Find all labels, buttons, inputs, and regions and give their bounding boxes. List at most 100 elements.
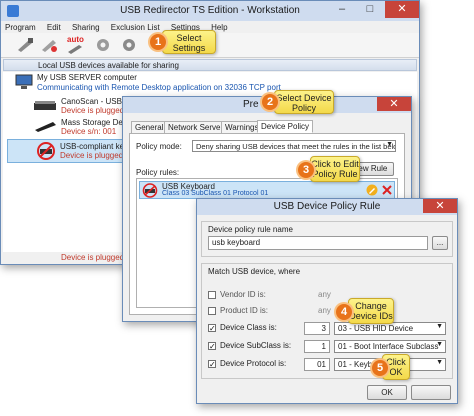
chevron-down-icon: ▼ — [436, 341, 443, 348]
device-status: Device s/n: 001 — [61, 127, 117, 136]
section-header: Local USB devices available for sharing — [3, 59, 417, 71]
browse-label: ... — [436, 238, 444, 247]
server-name: My USB SERVER computer — [37, 73, 137, 82]
keyboard-deny-icon — [142, 183, 158, 198]
rule-name-group: Device policy rule name usb keyboard ... — [201, 221, 453, 257]
callout-1: Select Settings 1 — [150, 30, 218, 56]
close-icon[interactable]: ✕ — [377, 97, 411, 111]
section-header-label: Local USB devices available for sharing — [38, 61, 179, 70]
rule-details: Class 03 SubClass 01 Protocol 01 — [162, 190, 269, 197]
device-subclass-checkbox[interactable]: ✓ — [208, 342, 216, 351]
vendor-id-label: Vendor ID is: — [220, 290, 266, 299]
settings-icon[interactable] — [93, 36, 113, 54]
rule-titlebar: USB Device Policy Rule ✕ — [197, 199, 457, 215]
callout-number: 1 — [150, 34, 166, 50]
callout-box: Change Device IDs — [348, 298, 394, 324]
computer-icon — [15, 74, 33, 89]
policy-mode-value: Deny sharing USB devices that meet the r… — [196, 142, 396, 151]
device-subclass-label: Device SubClass is: — [220, 341, 292, 350]
rule-name-input[interactable]: usb keyboard — [208, 236, 428, 250]
chevron-down-icon: ▼ — [386, 141, 393, 148]
device-subclass-value: 1 — [321, 342, 326, 351]
tab-device-policy[interactable]: Device Policy — [257, 120, 314, 133]
unplug-icon[interactable] — [39, 36, 59, 54]
callout-number: 3 — [298, 162, 314, 178]
callout-text: Click OK — [386, 357, 406, 377]
drive-icon — [35, 122, 56, 132]
product-id-checkbox[interactable] — [208, 307, 216, 315]
callout-text: Select Device Policy — [276, 93, 332, 113]
cancel-button[interactable] — [411, 385, 451, 400]
menu-edit[interactable]: Edit — [47, 23, 61, 32]
rule-name-label: Device policy rule name — [208, 225, 293, 234]
menu-sharing[interactable]: Sharing — [72, 23, 100, 32]
rule-name-value: usb keyboard — [212, 238, 261, 247]
close-icon[interactable]: ✕ — [423, 199, 457, 213]
policy-rule-dialog: USB Device Policy Rule ✕ Device policy r… — [196, 198, 458, 404]
device-protocol-option: 01 - Keyb — [338, 360, 373, 369]
callout-number: 5 — [372, 360, 388, 376]
browse-button[interactable]: ... — [432, 236, 448, 250]
device-protocol-input[interactable]: 01 — [304, 358, 330, 371]
device-row-scanner[interactable]: CanoScan - USB Sca Device is plugged in — [33, 96, 138, 116]
vendor-id-value: any — [318, 290, 331, 299]
callout-text: Select Settings — [172, 33, 206, 53]
delete-icon[interactable] — [381, 184, 393, 196]
main-window-title: USB Redirector TS Edition - Workstation — [120, 5, 300, 16]
device-subclass-row: ✓ Device SubClass is: 1 01 - Boot Interf… — [208, 340, 448, 354]
callout-5: Click OK 5 — [372, 354, 412, 382]
auto-connect-icon[interactable]: auto — [65, 35, 87, 55]
callout-3: Click to Edit Policy Rule 3 — [298, 156, 362, 184]
vendor-id-row: Vendor ID is: any — [208, 290, 448, 302]
product-id-label: Product ID is: — [220, 306, 269, 315]
match-group: Match USB device, where Vendor ID is: an… — [201, 263, 453, 379]
policy-rules-label: Policy rules: — [136, 168, 180, 177]
policy-mode-select[interactable]: Deny sharing USB devices that meet the r… — [192, 140, 396, 152]
main-titlebar: USB Redirector TS Edition - Workstation … — [1, 1, 419, 21]
device-row-keyboard[interactable]: USB-compliant keyb Device is plugged in — [7, 139, 132, 163]
callout-number: 2 — [262, 94, 278, 110]
device-subclass-select[interactable]: 01 - Boot Interface Subclass ▼ — [334, 340, 446, 353]
device-status: Device is plugged in — [60, 151, 132, 160]
scanner-icon — [34, 101, 56, 110]
device-protocol-value: 01 — [317, 360, 326, 369]
device-protocol-label: Device Protocol is: — [220, 359, 287, 368]
callout-text: Click to Edit Policy Rule — [311, 159, 359, 179]
prefs-title: Pre — [243, 99, 259, 110]
ok-label: OK — [381, 388, 393, 397]
menu-program[interactable]: Program — [5, 23, 36, 32]
device-subclass-option: 01 - Boot Interface Subclass — [338, 342, 439, 351]
device-row-storage[interactable]: Mass Storage Device Device s/n: 001 — [33, 117, 137, 137]
callout-box: Select Settings — [162, 30, 216, 54]
device-subclass-input[interactable]: 1 — [304, 340, 330, 353]
ok-button[interactable]: OK — [367, 385, 407, 400]
device-class-value: 3 — [321, 324, 326, 333]
chevron-down-icon: ▼ — [436, 323, 443, 330]
device-class-row: ✓ Device Class is: 3 03 - USB HID Device… — [208, 322, 448, 336]
policy-mode-label: Policy mode: — [136, 142, 182, 151]
product-id-value: any — [318, 306, 331, 315]
product-id-row: Product ID is: any — [208, 306, 448, 318]
minimize-icon[interactable]: – — [329, 1, 355, 18]
device-protocol-checkbox[interactable]: ✓ — [208, 360, 216, 369]
plug-icon[interactable] — [15, 36, 35, 54]
close-icon[interactable]: ✕ — [385, 1, 419, 18]
device-class-label: Device Class is: — [220, 323, 277, 332]
keyboard-deny-icon — [37, 142, 55, 160]
callout-4: Change Device IDs 4 — [336, 298, 396, 326]
settings-gear-icon[interactable] — [119, 36, 139, 54]
device-class-input[interactable]: 3 — [304, 322, 330, 335]
chevron-down-icon: ▼ — [436, 359, 443, 366]
server-info: Communicating with Remote Desktop applic… — [37, 83, 281, 92]
match-label: Match USB device, where — [208, 267, 301, 276]
auto-label: auto — [67, 35, 84, 44]
callout-box: Click to Edit Policy Rule — [310, 156, 360, 182]
vendor-id-checkbox[interactable] — [208, 291, 216, 299]
device-protocol-row: ✓ Device Protocol is: 01 01 - Keyb ▼ — [208, 358, 448, 372]
device-class-checkbox[interactable]: ✓ — [208, 324, 216, 333]
edit-icon[interactable] — [366, 184, 378, 196]
app-icon — [7, 5, 19, 17]
callout-text: Change Device IDs — [349, 301, 393, 321]
maximize-icon[interactable]: □ — [357, 1, 383, 18]
callout-number: 4 — [336, 304, 352, 320]
